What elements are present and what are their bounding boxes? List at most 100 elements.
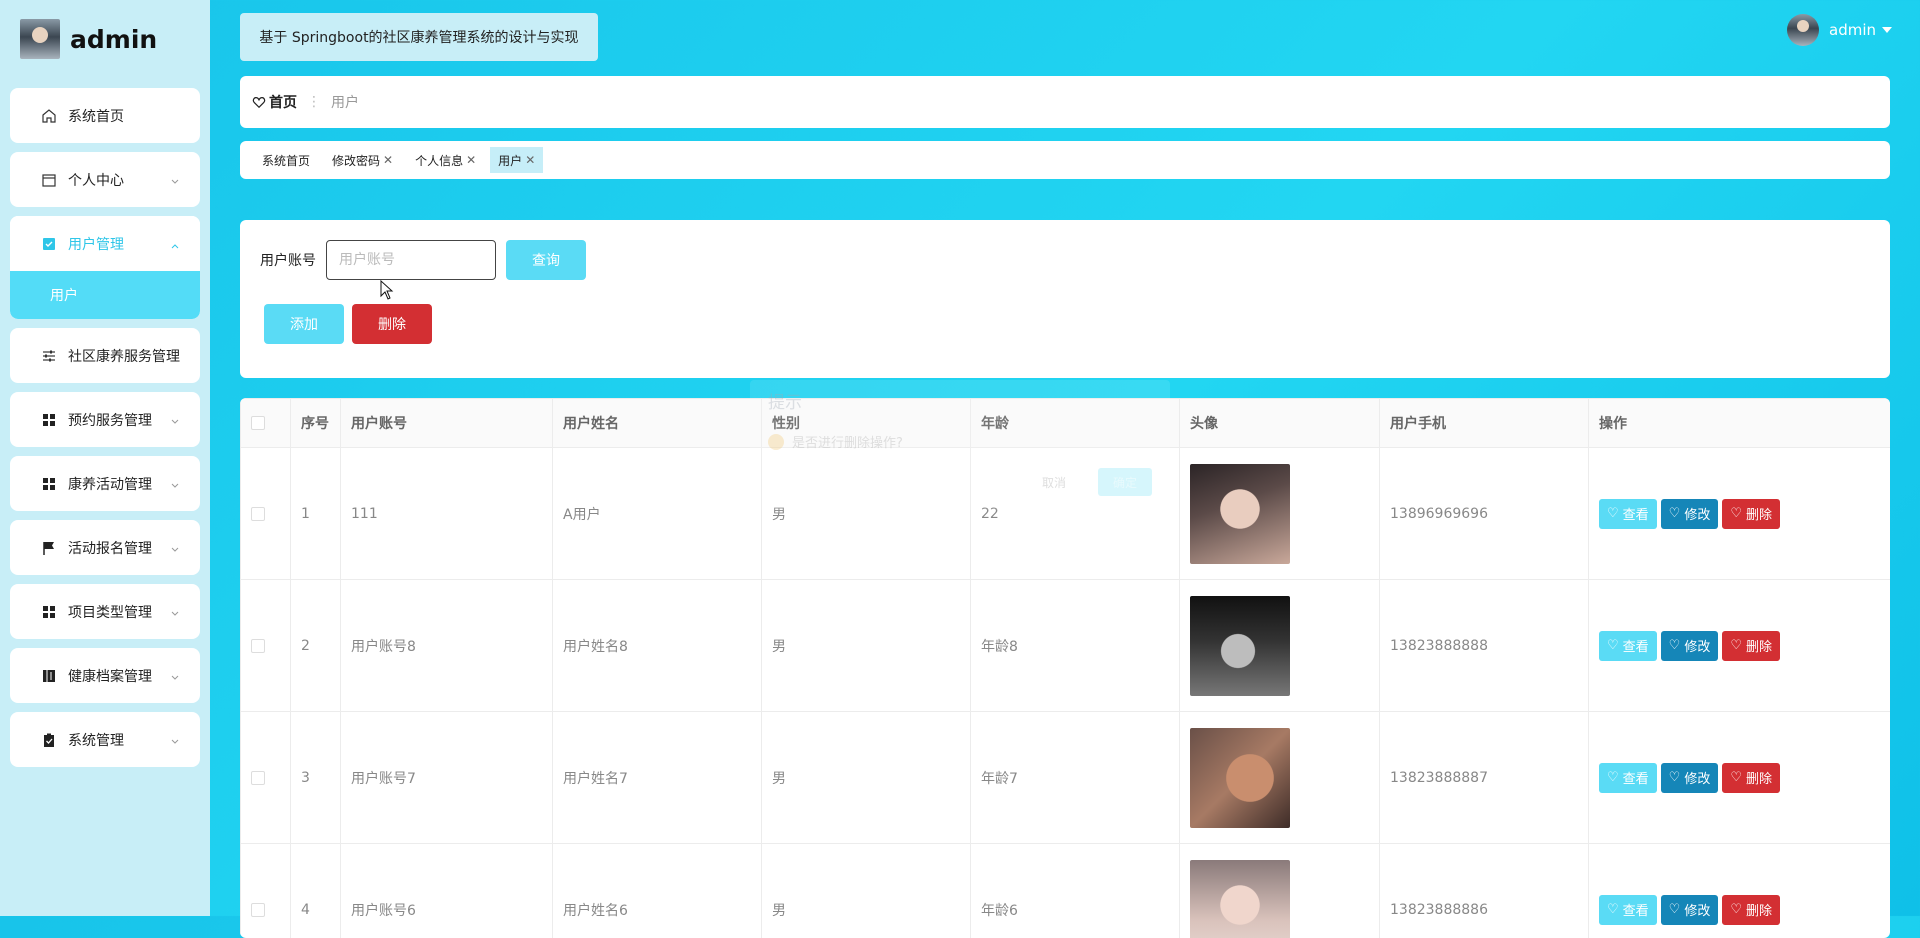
heart-icon: ♡ — [1730, 770, 1742, 785]
tab-personal-info[interactable]: 个人信息 ✕ — [407, 147, 484, 173]
tab-label: 系统首页 — [262, 152, 310, 169]
sidebar-item-booking[interactable]: 预约服务管理 — [10, 392, 200, 447]
cell-account: 用户账号6 — [341, 844, 553, 938]
close-icon[interactable]: ✕ — [383, 153, 393, 167]
cell-actions: ♡查看 ♡修改 ♡删除 — [1589, 580, 1891, 712]
tab-label: 用户 — [498, 152, 522, 169]
sidebar-item-registration[interactable]: 活动报名管理 — [10, 520, 200, 575]
edit-button[interactable]: ♡修改 — [1661, 499, 1719, 529]
user-menu[interactable]: admin — [1787, 12, 1892, 48]
row-checkbox[interactable] — [251, 507, 265, 521]
tab-users[interactable]: 用户 ✕ — [490, 147, 543, 173]
tab-home[interactable]: 系统首页 — [254, 147, 318, 173]
cell-gender: 男 — [762, 712, 971, 844]
cell-avatar — [1180, 448, 1380, 580]
cell-name: 用户姓名7 — [553, 712, 762, 844]
delete-label: 删除 — [1746, 636, 1772, 655]
sidebar-item-services[interactable]: 社区康养服务管理 — [10, 328, 200, 383]
flag-icon — [40, 539, 58, 557]
edit-button[interactable]: ♡修改 — [1661, 763, 1719, 793]
row-select-cell — [241, 712, 291, 844]
delete-button[interactable]: ♡删除 — [1722, 631, 1780, 661]
close-icon[interactable]: ✕ — [525, 153, 535, 167]
sidebar-item-label: 个人中心 — [68, 170, 124, 190]
grid-icon — [40, 603, 58, 621]
breadcrumb: 首页 ⋮ 用户 — [240, 76, 1890, 128]
edit-label: 修改 — [1684, 636, 1710, 655]
avatar — [20, 19, 60, 59]
search-panel: 用户账号 查询 添加 删除 — [240, 220, 1890, 378]
edit-button[interactable]: ♡修改 — [1661, 895, 1719, 925]
row-checkbox[interactable] — [251, 639, 265, 653]
sidebar-item-label: 康养活动管理 — [68, 474, 152, 494]
table-row: 4 用户账号6 用户姓名6 男 年龄6 13823888886 ♡查看 ♡修改 … — [241, 844, 1891, 938]
sidebar-item-personal[interactable]: 个人中心 — [10, 152, 200, 207]
view-button[interactable]: ♡查看 — [1599, 763, 1657, 793]
check-square-icon — [40, 235, 58, 253]
cell-age: 年龄8 — [971, 580, 1180, 712]
cell-account: 111 — [341, 448, 553, 580]
sliders-icon — [40, 347, 58, 365]
dialog-cancel-button[interactable]: 取消 — [1042, 474, 1066, 491]
breadcrumb-home[interactable]: 首页 — [252, 92, 297, 112]
user-name: admin — [1829, 21, 1876, 39]
sidebar: admin 系统首页 个人中心 用户管理 — [0, 0, 210, 916]
batch-delete-button[interactable]: 删除 — [352, 304, 432, 344]
cell-name: A用户 — [553, 448, 762, 580]
view-label: 查看 — [1623, 900, 1649, 919]
row-select-cell — [241, 844, 291, 938]
column-header: 用户手机 — [1380, 399, 1589, 448]
search-input[interactable] — [326, 240, 496, 280]
sidebar-item-health-records[interactable]: 健康档案管理 — [10, 648, 200, 703]
delete-button[interactable]: ♡删除 — [1722, 763, 1780, 793]
heart-icon: ♡ — [1607, 506, 1619, 521]
tab-change-password[interactable]: 修改密码 ✕ — [324, 147, 401, 173]
chevron-down-icon — [170, 175, 180, 185]
sidebar-item-label: 项目类型管理 — [68, 602, 152, 622]
dialog-confirm-button[interactable]: 确定 — [1098, 468, 1152, 496]
cell-no: 3 — [291, 712, 341, 844]
view-button[interactable]: ♡查看 — [1599, 631, 1657, 661]
cell-phone: 13823888887 — [1380, 712, 1589, 844]
cell-actions: ♡查看 ♡修改 ♡删除 — [1589, 844, 1891, 938]
sidebar-item-system[interactable]: 系统管理 — [10, 712, 200, 767]
close-icon[interactable]: ✕ — [466, 153, 476, 167]
sidebar-item-label: 社区康养服务管理 — [68, 346, 180, 366]
sidebar-subitem-users[interactable]: 用户 — [10, 271, 200, 319]
select-all-cell — [241, 399, 291, 448]
sidebar-item-project-types[interactable]: 项目类型管理 — [10, 584, 200, 639]
heart-icon: ♡ — [1669, 770, 1681, 785]
edit-button[interactable]: ♡修改 — [1661, 631, 1719, 661]
delete-button[interactable]: ♡ 删除 — [1722, 499, 1780, 529]
edit-label: 修改 — [1684, 504, 1710, 523]
delete-label: 删除 — [1746, 504, 1772, 523]
edit-label: 修改 — [1684, 900, 1710, 919]
cell-no: 4 — [291, 844, 341, 938]
add-button[interactable]: 添加 — [264, 304, 344, 344]
avatar-image — [1190, 464, 1290, 564]
sidebar-item-user-management[interactable]: 用户管理 — [10, 216, 200, 271]
system-title: 基于 Springboot的社区康养管理系统的设计与实现 — [240, 13, 598, 61]
delete-button[interactable]: ♡删除 — [1722, 895, 1780, 925]
sidebar-item-label: 系统首页 — [68, 106, 124, 126]
tab-label: 个人信息 — [415, 152, 463, 169]
row-checkbox[interactable] — [251, 771, 265, 785]
cell-actions: ♡查看 ♡修改 ♡删除 — [1589, 448, 1891, 580]
query-button[interactable]: 查询 — [506, 240, 586, 280]
calendar-icon — [40, 171, 58, 189]
view-button[interactable]: ♡查看 — [1599, 895, 1657, 925]
view-button[interactable]: ♡查看 — [1599, 499, 1657, 529]
row-checkbox[interactable] — [251, 903, 265, 917]
dialog-title: 提示 — [768, 388, 802, 413]
select-all-checkbox[interactable] — [251, 416, 265, 430]
chevron-down-icon — [170, 671, 180, 681]
sidebar-item-home[interactable]: 系统首页 — [10, 88, 200, 143]
heart-icon: ♡ — [1669, 638, 1681, 653]
heart-icon: ♡ — [1730, 506, 1742, 521]
breadcrumb-current: 用户 — [331, 92, 359, 112]
sidebar-item-label: 系统管理 — [68, 730, 124, 750]
sidebar-item-activities[interactable]: 康养活动管理 — [10, 456, 200, 511]
avatar-image — [1190, 728, 1290, 828]
cell-phone: 13823888886 — [1380, 844, 1589, 938]
sidebar-item-label: 用户管理 — [68, 234, 124, 254]
